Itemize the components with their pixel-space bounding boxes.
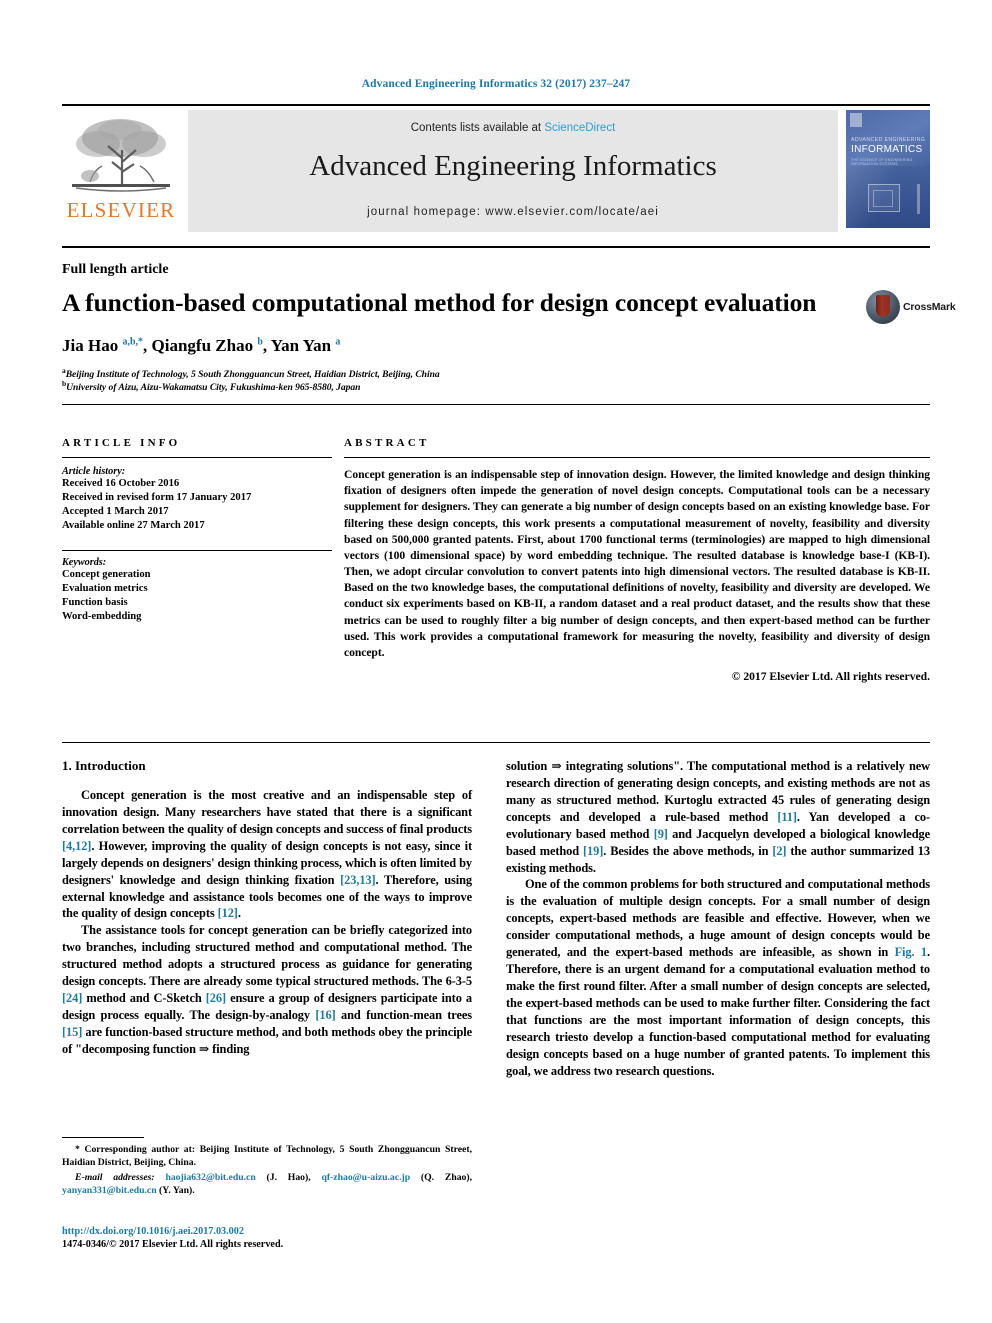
body-column-left: 1. Introduction Concept generation is th… [62,758,472,1058]
cover-artwork-bar [917,184,920,214]
keyword-item: Function basis [62,596,128,608]
journal-masthead: ELSEVIER Contents lists available at Sci… [62,104,930,236]
elsevier-tree-icon [68,114,174,198]
article-type-kicker: Full length article [62,262,169,277]
cover-line-2: INFORMATICS [851,144,923,155]
article-info-divider [62,457,332,458]
keywords-block: Keywords: Concept generation Evaluation … [62,549,332,624]
doi-link[interactable]: http://dx.doi.org/10.1016/j.aei.2017.03.… [62,1225,482,1238]
citation-ref[interactable]: [12] [218,906,238,920]
citation-ref[interactable]: [9] [654,827,668,841]
article-info-heading: ARTICLE INFO [62,437,181,449]
cover-elsevier-mark [850,113,862,127]
journal-cover-thumbnail: ADVANCED ENGINEERING INFORMATICS THE SCI… [846,110,930,228]
email-person: (J. Hao) [266,1171,309,1183]
paragraph: Concept generation is the most creative … [62,788,472,921]
email-addresses-note: E-mail addresses: haojia632@bit.edu.cn (… [62,1171,473,1196]
email-label: E-mail addresses: [75,1171,155,1183]
body-divider [62,742,930,743]
info-abstract-block: ARTICLE INFO Article history: Received 1… [62,404,930,743]
keywords-label: Keywords: [62,556,107,568]
abstract-heading: ABSTRACT [344,437,430,449]
citation-ref[interactable]: [15] [62,1025,82,1039]
citation-ref[interactable]: [16] [315,1008,335,1022]
abstract-copyright: © 2017 Elsevier Ltd. All rights reserved… [731,670,930,684]
contents-available-line: Contents lists available at ScienceDirec… [188,122,838,134]
history-item: Received 16 October 2016 [62,478,180,489]
email-person: (Y. Yan) [159,1184,193,1196]
citation-ref[interactable]: [19] [583,844,603,858]
masthead-divider [62,246,930,248]
email-person: (Q. Zhao) [420,1171,470,1183]
article-history-list: Received 16 October 2016 Received in rev… [62,477,332,533]
citation-ref[interactable]: [11] [777,810,797,824]
footnote-divider [62,1137,144,1138]
paragraph: The assistance tools for concept generat… [62,923,472,1056]
email-link[interactable]: yanyan331@bit.edu.cn [62,1185,157,1196]
keyword-item: Evaluation metrics [62,582,148,594]
journal-title: Advanced Engineering Informatics [309,150,717,182]
figure-ref[interactable]: Fig. 1 [895,945,928,959]
email-link[interactable]: haojia632@bit.edu.cn [165,1172,255,1183]
journal-band: Contents lists available at ScienceDirec… [188,110,838,232]
abstract-text: Concept generation is an indispensable s… [344,468,930,659]
elsevier-logo: ELSEVIER [62,112,180,230]
doi-block: http://dx.doi.org/10.1016/j.aei.2017.03.… [62,1225,482,1252]
page-title: A function-based computational method fo… [62,288,817,317]
author-list: Jia Hao a,b,*, Qiangfu Zhao b, Yan Yan a [62,336,341,355]
keywords-list: Concept generation Evaluation metrics Fu… [62,568,332,624]
affiliation-b-text: University of Aizu, Aizu-Wakamatsu City,… [66,382,361,394]
citation-ref[interactable]: [2] [772,844,786,858]
footnote-block: * Corresponding author at: Beijing Insti… [62,1142,472,1198]
contents-prefix: Contents lists available at [410,122,545,134]
keyword-item: Concept generation [62,568,151,580]
citation-ref[interactable]: [24] [62,991,82,1005]
article-history-label: Article history: [62,466,126,477]
affiliation-b: bUniversity of Aizu, Aizu-Wakamatsu City… [62,379,361,394]
citation-ref[interactable]: [23,13] [340,873,376,887]
abstract-column: ABSTRACT Concept generation is an indisp… [344,405,930,683]
article-info-column: ARTICLE INFO Article history: Received 1… [62,405,332,624]
history-item: Available online 27 March 2017 [62,519,205,531]
body-column-right: solution ⇒ integrating solutions". The c… [506,758,930,1080]
cover-line-3: THE SCIENCE OF ENGINEERING INFORMATION S… [851,158,913,166]
paragraph: solution ⇒ integrating solutions". The c… [506,759,930,875]
abstract-divider [344,457,930,458]
section-heading-introduction: 1. Introduction [62,758,146,773]
cover-artwork-shape-inner [873,190,893,207]
history-item: Accepted 1 March 2017 [62,505,169,517]
elsevier-wordmark: ELSEVIER [66,198,176,222]
citation-ref[interactable]: [26] [206,991,226,1005]
journal-homepage-link[interactable]: journal homepage: www.elsevier.com/locat… [188,206,838,218]
keywords-divider [62,549,332,551]
citation-ref[interactable]: [4,12] [62,839,91,853]
corresponding-author-note: * Corresponding author at: Beijing Insti… [62,1144,472,1168]
paragraph: One of the common problems for both stru… [506,877,930,1078]
cover-line-1: ADVANCED ENGINEERING [851,137,926,143]
running-head: Advanced Engineering Informatics 32 (201… [361,78,631,90]
issn-copyright-line: 1474-0346/© 2017 Elsevier Ltd. All right… [62,1239,284,1251]
email-link[interactable]: qf-zhao@u-aizu.ac.jp [321,1172,410,1183]
history-item: Received in revised form 17 January 2017 [62,491,252,503]
crossmark-label: CrossMark [903,301,956,313]
keyword-item: Word-embedding [62,610,142,622]
crossmark-book-icon [876,295,890,317]
crossmark-badge[interactable]: CrossMark [866,288,956,328]
journal-article-page: Advanced Engineering Informatics 32 (201… [0,0,992,1323]
sciencedirect-link[interactable]: ScienceDirect [544,122,615,134]
